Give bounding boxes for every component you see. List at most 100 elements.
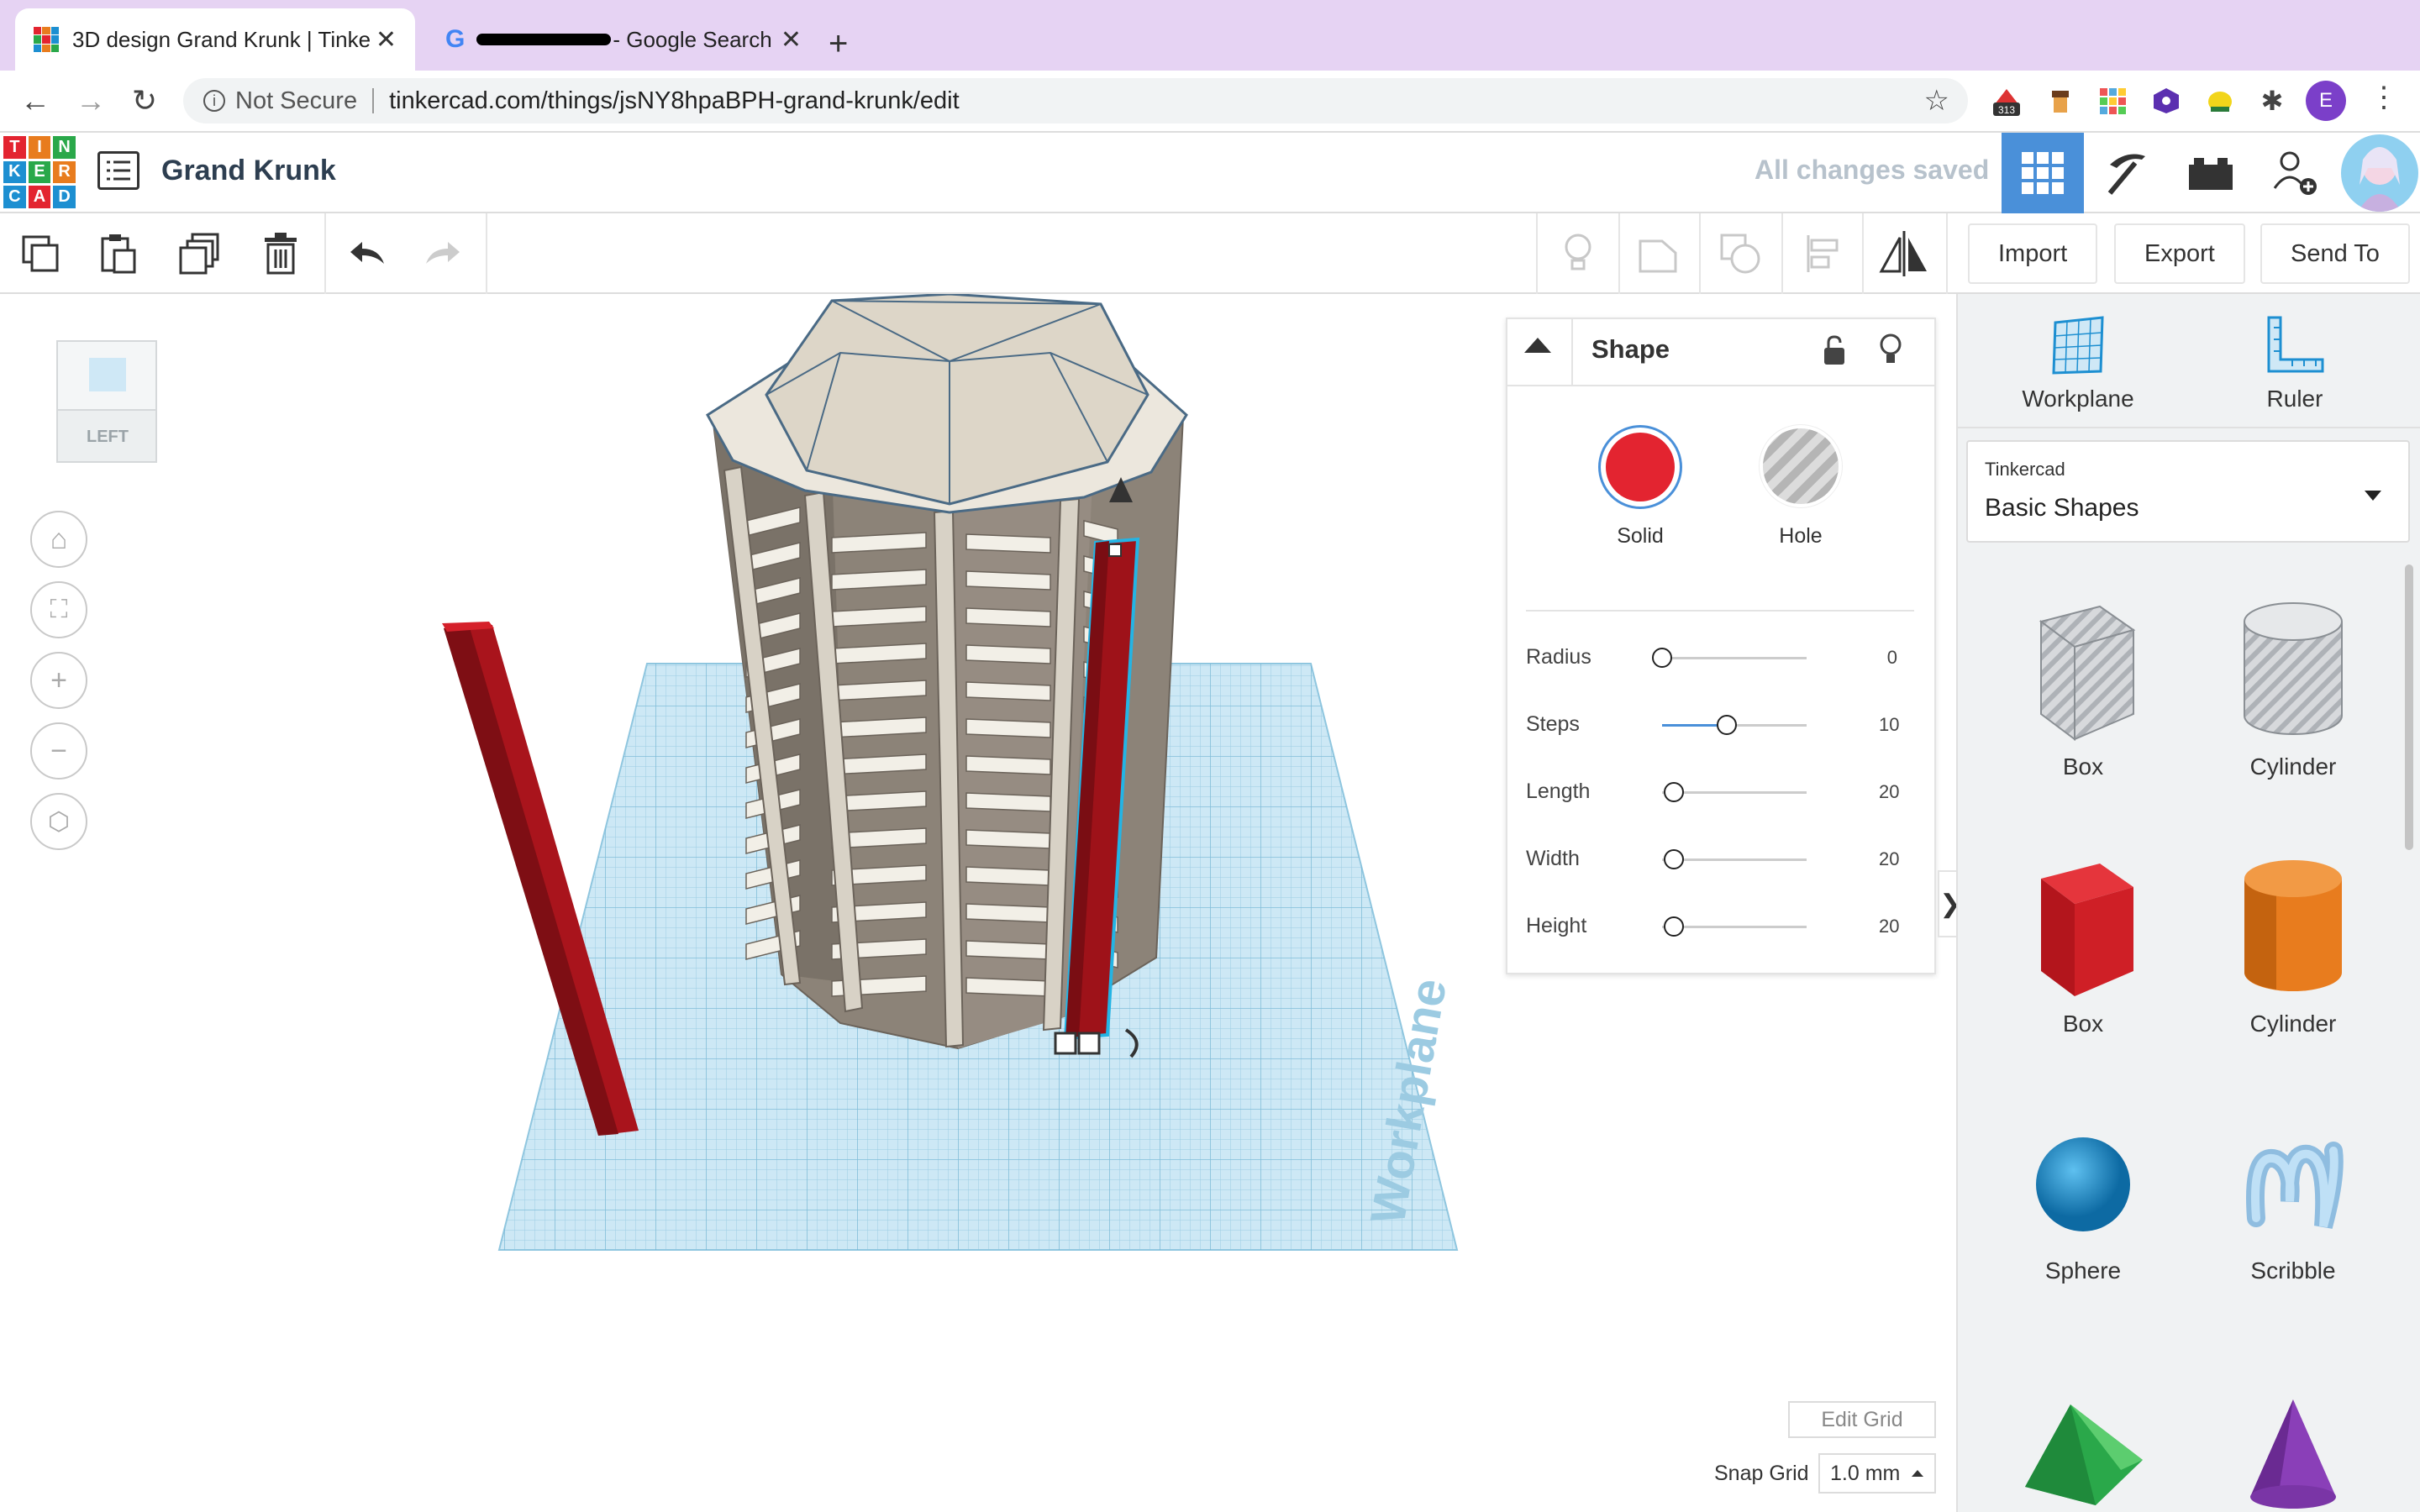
slider-track[interactable] [1662,657,1807,659]
omnibox[interactable]: i Not Secure tinkercad.com/things/jsNY8h… [183,78,1968,123]
resize-handle[interactable] [1077,1032,1101,1055]
send-to-button[interactable]: Send To [2260,223,2410,284]
slider-track[interactable] [1662,858,1807,861]
param-label: Width [1526,846,1580,870]
export-button[interactable]: Export [2114,223,2245,284]
divider [1781,213,1783,294]
align-icon[interactable] [1790,220,1857,287]
url-text[interactable]: tinkercad.com/things/jsNY8hpaBPH-grand-k… [389,87,960,115]
unlock-icon[interactable] [1822,334,1847,370]
ungroup-icon[interactable] [1707,220,1775,287]
undo-icon[interactable] [333,220,400,287]
slider-track[interactable] [1662,926,1807,928]
trash-icon[interactable] [247,220,314,287]
shape-tile-box-hole[interactable]: Box [1978,596,2188,780]
ruler-tool[interactable]: Ruler [2190,314,2400,412]
param-value: 10 [1879,714,1900,735]
view-cube[interactable]: LEFT [52,336,161,470]
edit-grid-button[interactable]: Edit Grid [1788,1401,1936,1438]
tab-close-icon[interactable]: ✕ [781,25,802,55]
cylinder-hole-icon [2244,602,2343,735]
divider [1526,610,1914,612]
redo-icon[interactable] [410,220,477,287]
resize-handle[interactable] [1054,1032,1077,1055]
window-slat [965,792,1051,812]
roof-icon [2025,1404,2143,1505]
ruler-icon [2267,316,2324,373]
extension-yellow-icon[interactable] [2200,81,2240,121]
lightbulb-icon[interactable] [1544,220,1612,287]
tab-google-search[interactable]: G - Google Search ✕ [427,8,820,71]
slider-track[interactable] [1662,791,1807,794]
extension-coffee-icon[interactable] [2040,81,2081,121]
resize-handle[interactable] [1108,543,1122,557]
design-list-icon[interactable] [97,151,139,190]
paste-icon[interactable] [84,220,151,287]
zoom-out-icon[interactable]: − [30,722,87,780]
shape-library-dropdown[interactable]: Tinkercad Basic Shapes [1966,440,2410,543]
duplicate-icon[interactable] [166,220,234,287]
tinkercad-logo[interactable]: T I N K E R C A D [3,136,76,208]
zoom-in-icon[interactable]: + [30,652,87,709]
profile-avatar[interactable]: E [2306,81,2346,121]
shape-label: Scribble [2250,1257,2336,1284]
shape-tile-sphere[interactable]: Sphere [1978,1117,2188,1284]
param-label: Length [1526,779,1591,803]
sidebar-scrollbar[interactable] [2405,564,2413,850]
tab-tinkercad[interactable]: 3D design Grand Krunk | Tinke ✕ [15,8,415,71]
shape-tile-cone[interactable] [2230,1398,2356,1512]
divider [1536,213,1538,294]
import-button[interactable]: Import [1968,223,2098,284]
new-tab-button[interactable]: + [829,25,848,63]
fit-view-icon[interactable]: ⛶ [30,581,87,638]
home-view-icon[interactable]: ⌂ [30,511,87,568]
shape-tile-cylinder[interactable]: Cylinder [2188,853,2398,1037]
pickaxe-icon[interactable] [2086,133,2168,213]
back-arrow-icon[interactable]: ← [17,82,54,119]
shape-tile-roof[interactable] [2020,1394,2146,1512]
logo-letter: N [53,136,76,159]
hole-button[interactable] [1763,428,1839,504]
star-icon[interactable]: ☆ [1924,84,1949,118]
shape-tile-cylinder-hole[interactable]: Cylinder [2188,596,2398,780]
workplane-tool[interactable]: Workplane [1973,314,2183,412]
window-slat [965,681,1051,701]
extension-gmail-icon[interactable]: 313 [1986,81,2027,121]
lightbulb-icon[interactable] [1879,333,1902,370]
shape-panel-header [1506,318,1936,386]
extension-grid-icon[interactable] [2092,81,2133,121]
divider [1618,213,1620,294]
shape-panel-title: Shape [1591,334,1670,364]
forward-arrow-icon[interactable]: → [72,82,109,119]
copy-icon[interactable] [7,220,74,287]
bricks-icon[interactable] [2170,133,2252,213]
tab-title: - Google Search [613,26,772,52]
slider-knob[interactable] [1663,782,1684,802]
info-icon: i [203,90,225,112]
logo-letter: R [53,160,76,184]
extensions-puzzle-icon[interactable]: ✱ [2252,81,2292,121]
user-avatar[interactable] [2341,134,2418,212]
extension-cube-icon[interactable] [2146,81,2186,121]
shape-tile-box[interactable]: Box [1978,853,2188,1037]
slider-knob[interactable] [1663,849,1684,869]
3d-view-grid-icon[interactable] [2002,133,2084,213]
snap-grid-select[interactable]: 1.0 mm [1818,1453,1936,1494]
shape-tile-scribble[interactable]: Scribble [2188,1117,2398,1284]
param-value: 20 [1879,848,1900,869]
group-icon[interactable] [1625,220,1692,287]
add-user-icon[interactable] [2254,133,2336,213]
reload-icon[interactable]: ↻ [126,82,163,119]
view-cube-face-label: LEFT [87,428,129,446]
tab-close-icon[interactable]: ✕ [376,25,397,55]
solid-color-button[interactable] [1598,425,1682,509]
slider-knob[interactable] [1663,916,1684,937]
kebab-menu-icon[interactable]: ⋮ [2370,81,2398,114]
mirror-icon[interactable] [1870,220,1938,287]
design-title[interactable]: Grand Krunk [161,155,336,187]
shape-label: Box [2062,753,2104,780]
collapse-caret-icon[interactable] [1524,338,1551,353]
tab-title: 3D design Grand Krunk | Tinke [72,26,371,52]
perspective-icon[interactable]: ⬡ [30,793,87,850]
slider-knob[interactable] [1652,648,1672,668]
